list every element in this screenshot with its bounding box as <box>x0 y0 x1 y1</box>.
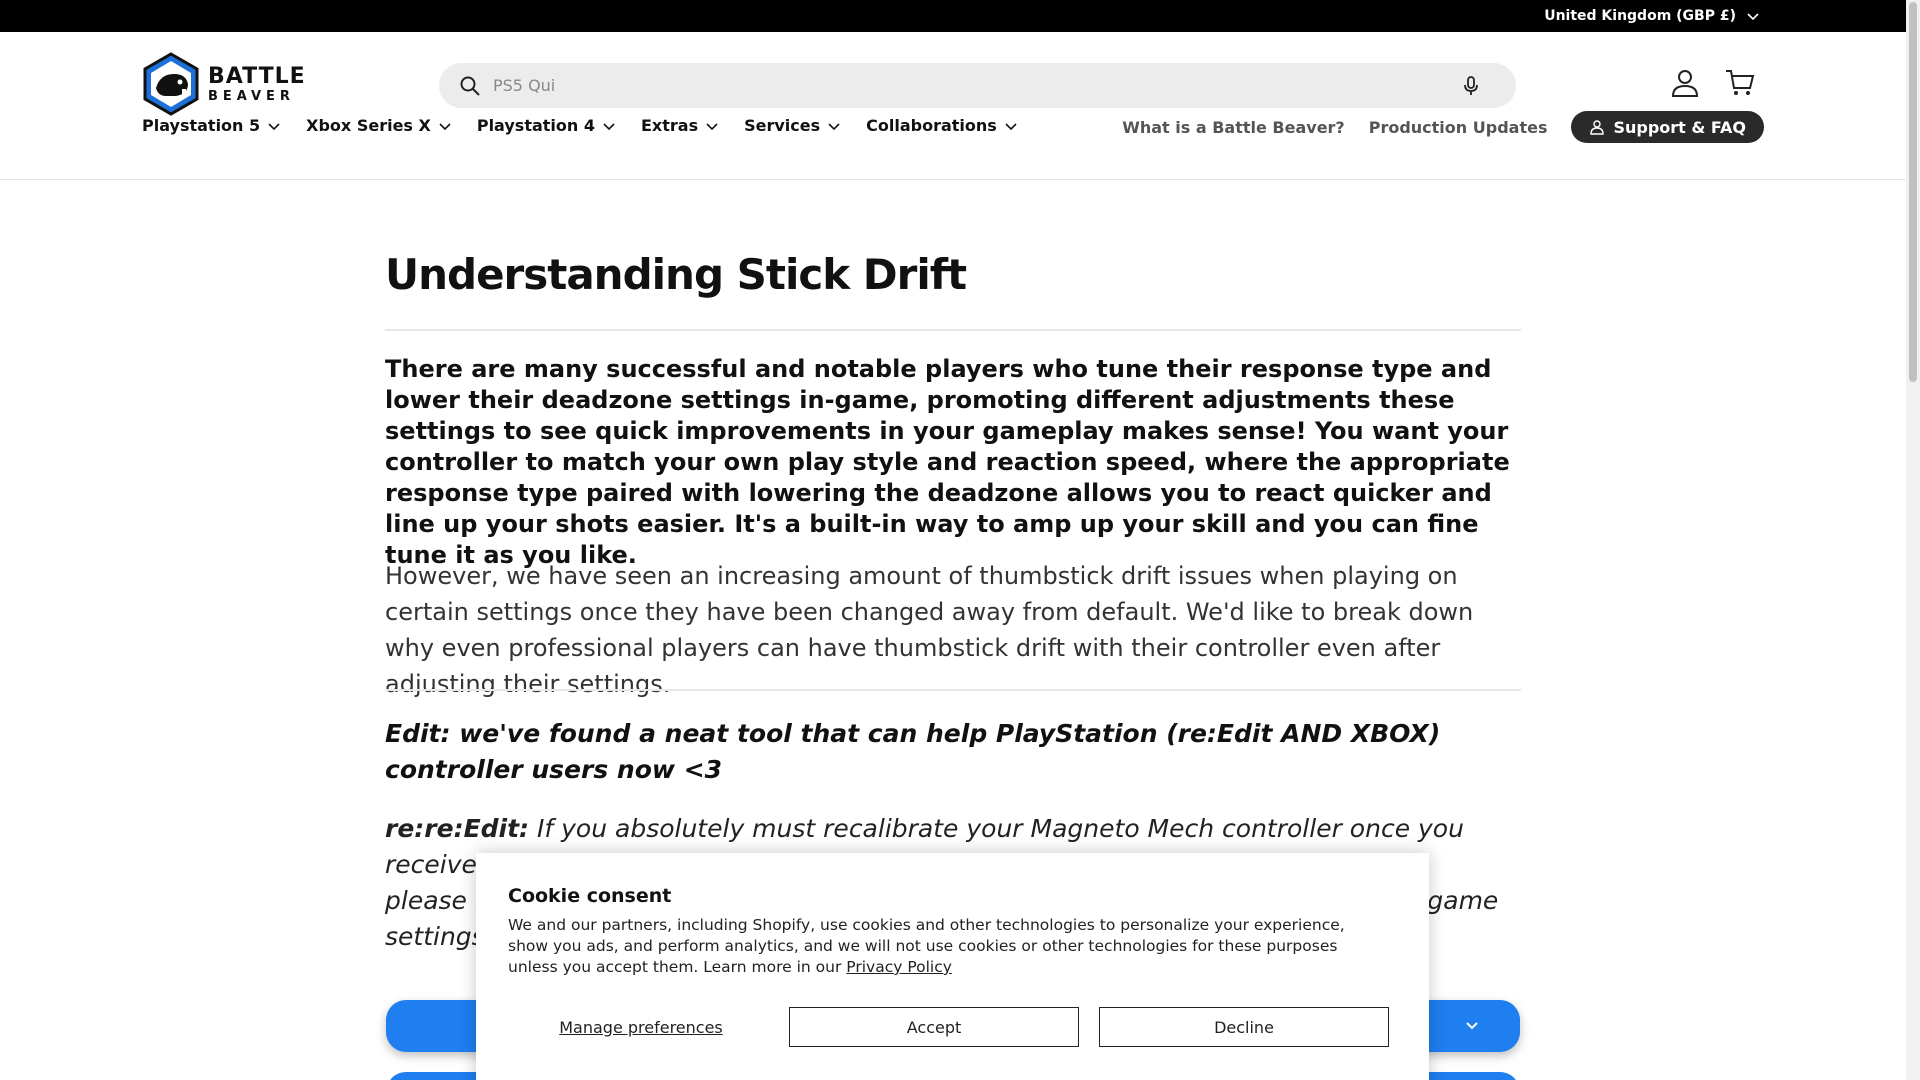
manage-preferences-button[interactable]: Manage preferences <box>508 1018 774 1037</box>
nav-label: Services <box>744 116 821 135</box>
logo[interactable]: BATTLE BEAVER <box>142 52 306 116</box>
edit-note: Edit: we've found a neat tool that can h… <box>385 719 1441 784</box>
chevron-down-icon <box>439 122 451 130</box>
divider <box>385 689 1521 691</box>
chevron-down-icon <box>1005 122 1017 130</box>
nav-services[interactable]: Services <box>744 116 841 135</box>
decline-button[interactable]: Decline <box>1099 1007 1389 1047</box>
re-edit-label: re:re:Edit: <box>385 814 530 843</box>
page-title: Understanding Stick Drift <box>385 250 967 299</box>
country-selector[interactable]: United Kingdom (GBP £) <box>1544 0 1760 32</box>
re-edit-line-3: settings <box>385 922 485 951</box>
user-icon <box>1590 120 1605 135</box>
cookie-title: Cookie consent <box>508 885 672 907</box>
what-is-battle-beaver-link[interactable]: What is a Battle Beaver? <box>1122 118 1345 137</box>
divider <box>385 329 1521 331</box>
announcement-bar: United Kingdom (GBP £) <box>0 0 1906 32</box>
nav-label: Playstation 4 <box>476 116 595 135</box>
chevron-down-icon <box>603 122 615 130</box>
cookie-consent-dialog: Cookie consent We and our partners, incl… <box>476 853 1429 1080</box>
cookie-actions: Manage preferences Accept Decline <box>508 1007 1397 1047</box>
accept-button[interactable]: Accept <box>789 1007 1079 1047</box>
secondary-nav: What is a Battle Beaver? Production Upda… <box>1122 111 1764 143</box>
nav-label: Extras <box>640 116 699 135</box>
logo-line-2: BEAVER <box>208 88 295 104</box>
main-nav: Playstation 5 Xbox Series X Playstation … <box>142 116 1018 135</box>
scrollbar[interactable] <box>1906 0 1920 1080</box>
nav-xbox-series-x[interactable]: Xbox Series X <box>306 116 452 135</box>
scrollbar-thumb[interactable] <box>1909 2 1917 382</box>
nav-label: Xbox Series X <box>306 116 431 135</box>
cart-icon[interactable] <box>1723 66 1757 100</box>
re-edit-line-2-end: -game <box>1418 886 1499 915</box>
logo-line-1: BATTLE <box>208 63 306 89</box>
nav-label: Playstation 5 <box>142 116 261 135</box>
support-label: Support & FAQ <box>1613 117 1746 137</box>
nav-playstation-4[interactable]: Playstation 4 <box>477 116 616 135</box>
nav-collaborations[interactable]: Collaborations <box>866 116 1018 135</box>
chevron-down-icon <box>706 122 718 130</box>
nav-label: Collaborations <box>866 116 997 135</box>
chevron-down-icon <box>1466 1022 1478 1030</box>
microphone-icon[interactable] <box>1460 75 1482 97</box>
chevron-down-icon <box>1747 13 1759 21</box>
production-updates-link[interactable]: Production Updates <box>1369 118 1548 137</box>
nav-playstation-5[interactable]: Playstation 5 <box>142 116 281 135</box>
chevron-down-icon <box>828 122 840 130</box>
article-paragraph: However, we have seen an increasing amou… <box>385 562 1474 698</box>
support-faq-button[interactable]: Support & FAQ <box>1571 111 1764 143</box>
site-header: BATTLE BEAVER <box>0 32 1906 180</box>
article-lead: There are many successful and notable pl… <box>385 355 1510 569</box>
cookie-body: We and our partners, including Shopify, … <box>508 915 1388 978</box>
re-edit-line-2-start: please k <box>385 886 490 915</box>
search-input[interactable] <box>493 76 1460 95</box>
privacy-policy-link[interactable]: Privacy Policy <box>846 958 952 976</box>
country-label: United Kingdom (GBP £) <box>1544 8 1736 24</box>
nav-extras[interactable]: Extras <box>641 116 719 135</box>
article-header: Understanding Stick Drift <box>385 250 1521 299</box>
account-icon[interactable] <box>1668 66 1702 100</box>
search-bar[interactable] <box>439 63 1516 108</box>
chevron-down-icon <box>268 122 280 130</box>
beaver-logo-icon <box>143 52 199 116</box>
search-icon[interactable] <box>459 75 481 97</box>
